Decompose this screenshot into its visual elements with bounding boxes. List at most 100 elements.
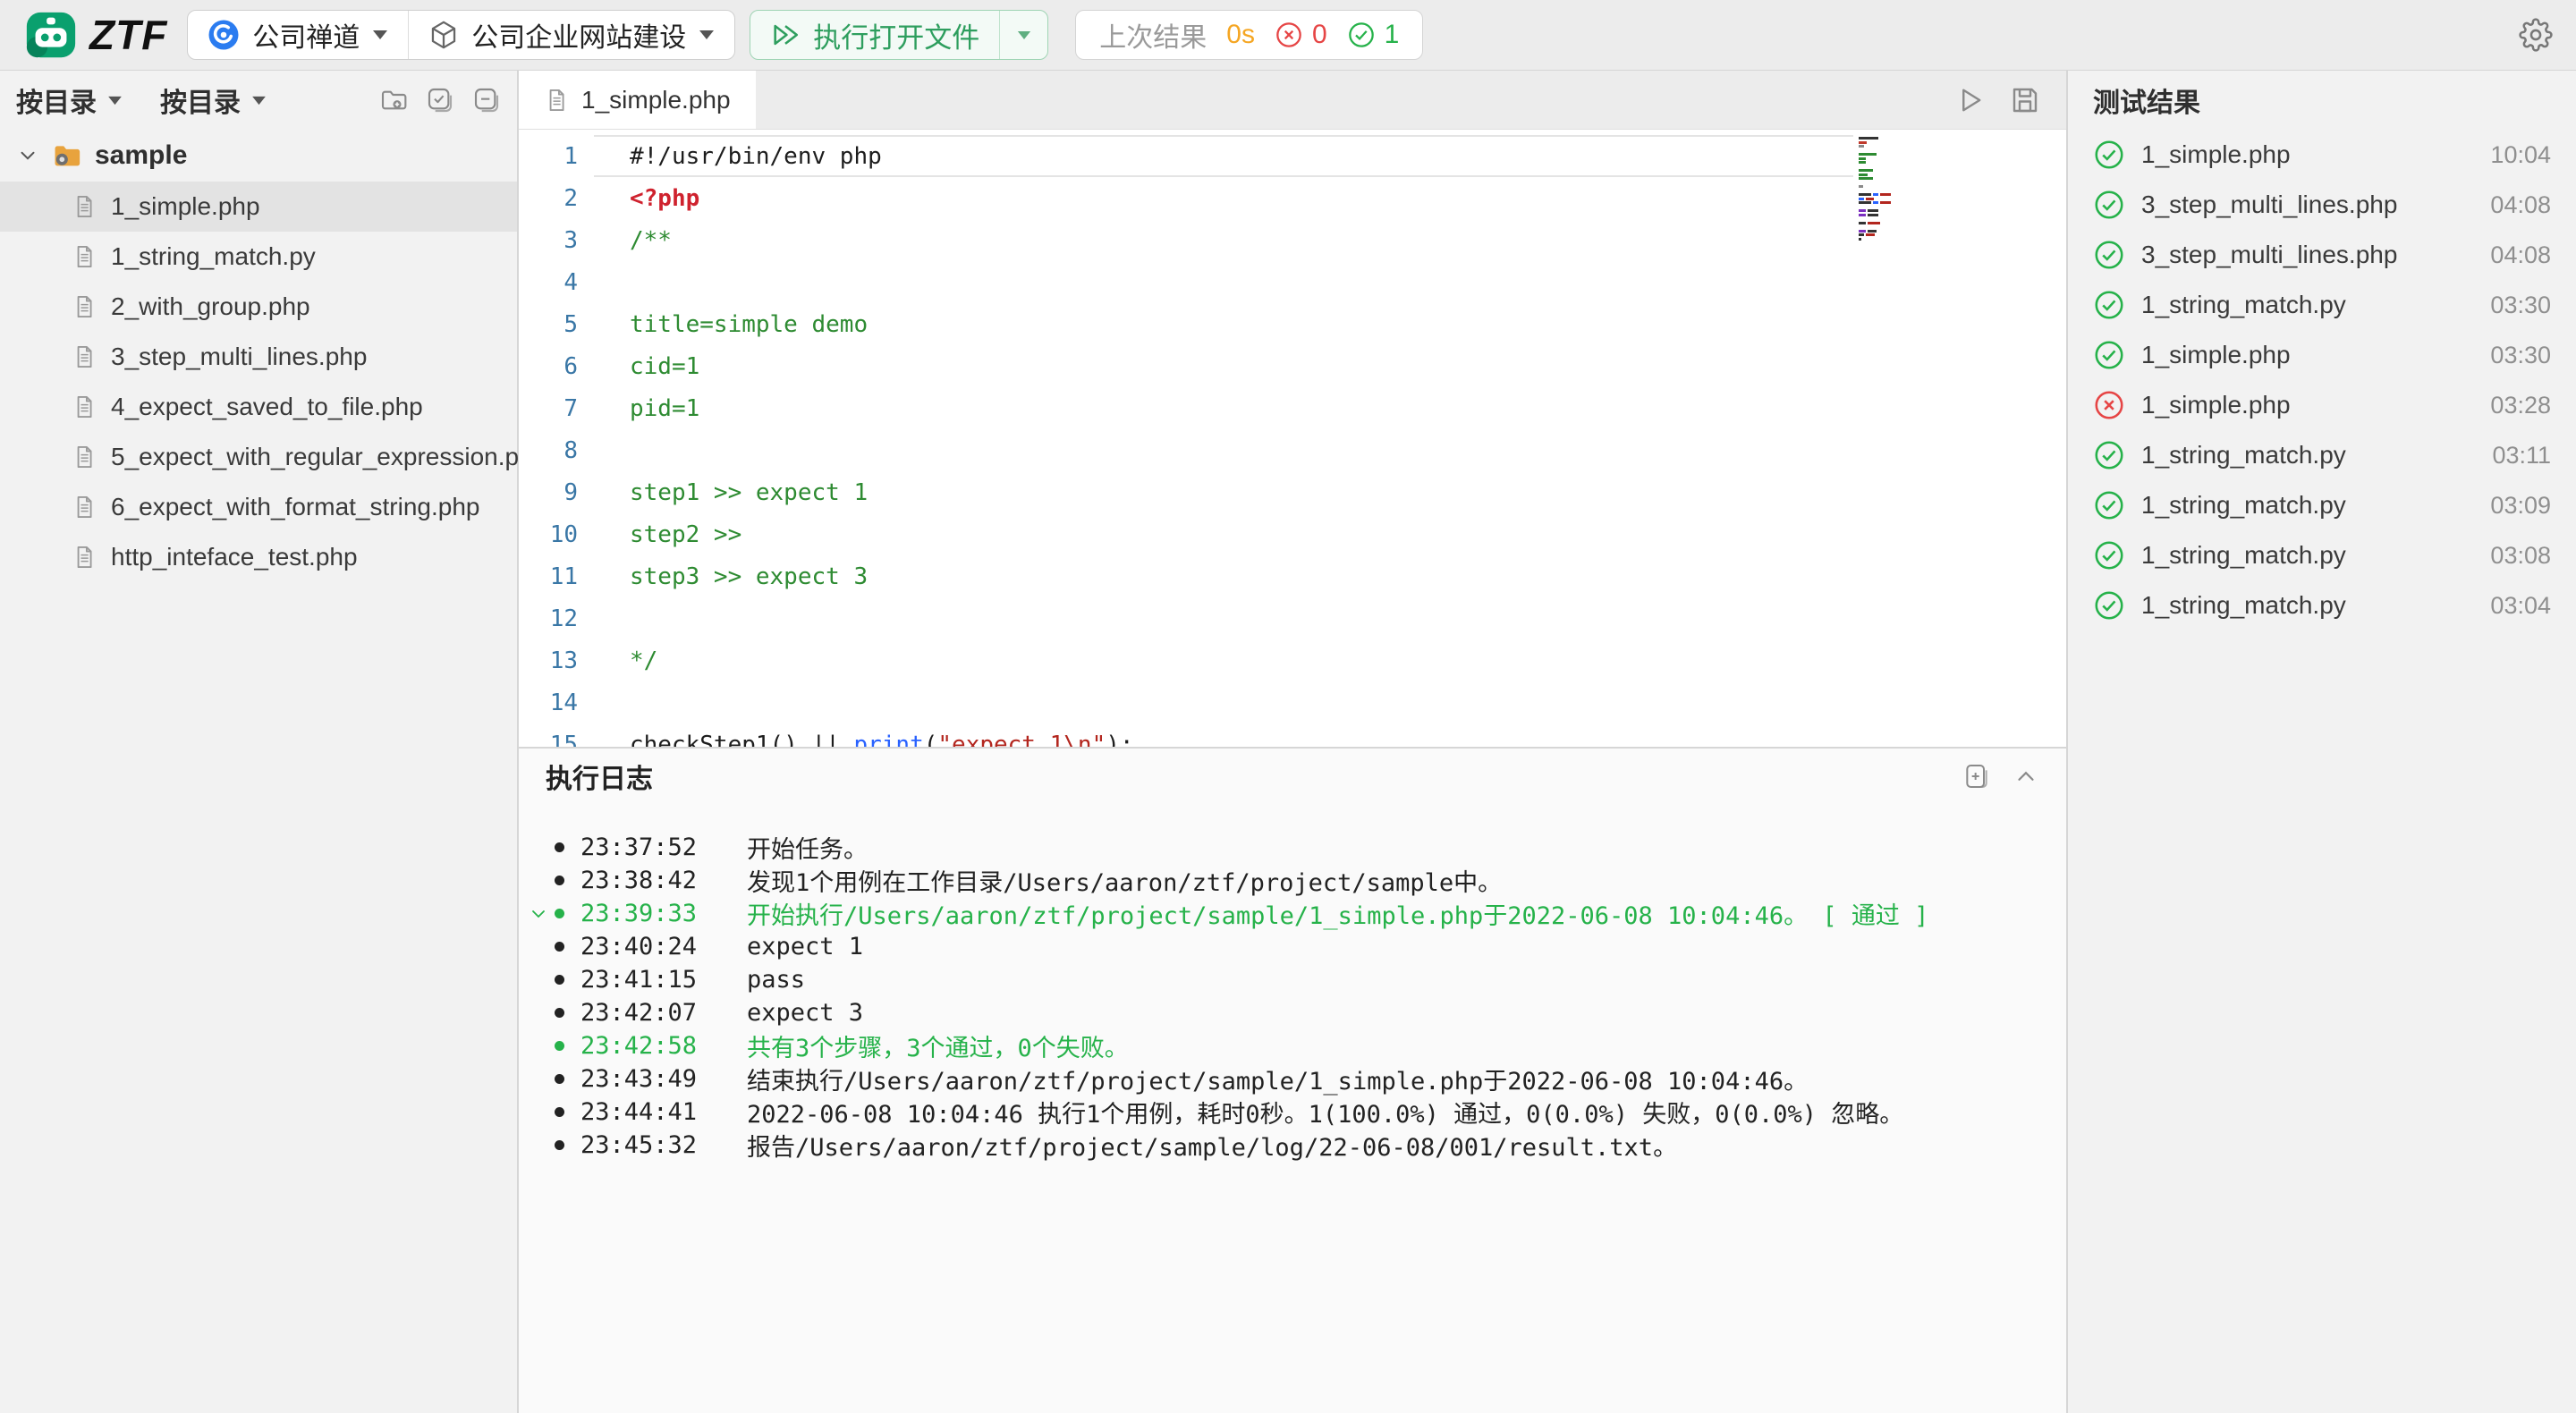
line-number: 12 xyxy=(519,605,594,632)
line-number: 6 xyxy=(519,353,594,380)
log-entry: 23:37:52开始任务。 xyxy=(531,831,2066,864)
code-text: step3 >> expect 3 xyxy=(594,563,868,590)
log-message: 2022-06-08 10:04:46 执行1个用例，耗时0秒。1(100.0%… xyxy=(747,1095,1903,1130)
file-row[interactable]: 2_with_group.php xyxy=(0,282,517,332)
minimap-segment xyxy=(1859,222,1866,224)
view-mode-label: 按目录 xyxy=(16,80,97,120)
file-list: 1_simple.php1_string_match.py2_with_grou… xyxy=(0,182,517,582)
collapse-log-icon[interactable] xyxy=(2012,763,2039,790)
view-mode-dropdown-1[interactable]: 按目录 xyxy=(16,80,123,120)
file-row[interactable]: http_inteface_test.php xyxy=(0,532,517,582)
minimap-segment xyxy=(1866,198,1874,200)
code-line[interactable]: 10step2 >> xyxy=(519,513,2066,555)
last-result-duration: 0s xyxy=(1226,20,1255,50)
line-number: 10 xyxy=(519,521,594,548)
minimap-row xyxy=(1859,222,1905,224)
expand-log-chevron-icon[interactable] xyxy=(528,903,549,925)
code-token: cid=1 xyxy=(630,353,699,380)
result-item[interactable]: 1_string_match.py03:11 xyxy=(2089,430,2555,480)
log-bullet-icon xyxy=(555,1140,564,1150)
view-mode-dropdown-2[interactable]: 按目录 xyxy=(160,80,267,120)
settings-gear-icon[interactable] xyxy=(2519,18,2553,52)
tree-root-sample[interactable]: sample xyxy=(0,130,517,182)
code-token: step1 >> expect 1 xyxy=(630,479,868,506)
file-row[interactable]: 4_expect_saved_to_file.php xyxy=(0,382,517,432)
code-line[interactable]: 1#!/usr/bin/env php xyxy=(519,135,2066,177)
code-line[interactable]: 14 xyxy=(519,681,2066,723)
failed-count-pair: 0 xyxy=(1275,20,1327,50)
file-row[interactable]: 5_expect_with_regular_expression.php xyxy=(0,432,517,482)
minimap-row xyxy=(1859,225,1905,228)
log-list: 23:37:52开始任务。23:38:42发现1个用例在工作目录/Users/a… xyxy=(519,804,2066,1162)
code-line[interactable]: 9 step1 >> expect 1 xyxy=(519,471,2066,513)
file-name: 6_expect_with_format_string.php xyxy=(111,493,479,521)
file-row[interactable]: 3_step_multi_lines.php xyxy=(0,332,517,382)
line-number: 9 xyxy=(519,479,594,506)
minimap-row xyxy=(1859,169,1905,172)
result-item[interactable]: 1_simple.php10:04 xyxy=(2089,130,2555,180)
code-line[interactable]: 11step3 >> expect 3 xyxy=(519,555,2066,597)
open-log-window-icon[interactable] xyxy=(1962,762,1991,791)
code-line[interactable]: 5title=simple demo xyxy=(519,303,2066,345)
add-folder-icon[interactable] xyxy=(379,86,408,114)
file-icon xyxy=(72,394,97,419)
save-file-icon[interactable] xyxy=(2009,84,2041,116)
log-entry[interactable]: 23:39:33开始执行/Users/aaron/ztf/project/sam… xyxy=(531,897,2066,930)
result-item[interactable]: 3_step_multi_lines.php04:08 xyxy=(2089,230,2555,280)
code-line[interactable]: 12 xyxy=(519,597,2066,639)
file-row[interactable]: 1_string_match.py xyxy=(0,232,517,282)
minimap-segment xyxy=(1859,157,1866,160)
check-square-icon[interactable] xyxy=(426,86,454,114)
last-result-summary: 上次结果 0s 0 1 xyxy=(1075,10,1423,60)
log-entry: 23:43:49结束执行/Users/aaron/ztf/project/sam… xyxy=(531,1062,2066,1096)
code-line[interactable]: 4 xyxy=(519,261,2066,303)
product-dropdown[interactable]: 公司企业网站建设 xyxy=(408,11,734,59)
minimap-segment xyxy=(1868,230,1877,233)
minimap[interactable] xyxy=(1859,137,1905,241)
expand-chevron-icon xyxy=(16,144,39,167)
code-line[interactable]: 7pid=1 xyxy=(519,387,2066,429)
minimap-segment xyxy=(1868,214,1878,216)
result-item[interactable]: 1_string_match.py03:08 xyxy=(2089,530,2555,580)
site-dropdown[interactable]: 公司禅道 xyxy=(188,11,408,59)
log-time: 23:45:32 xyxy=(580,1131,702,1159)
result-item[interactable]: 3_step_multi_lines.php04:08 xyxy=(2089,180,2555,230)
editor-tab[interactable]: 1_simple.php xyxy=(519,71,756,129)
result-time: 04:08 xyxy=(2490,191,2551,219)
code-line[interactable]: 8 xyxy=(519,429,2066,471)
code-line[interactable]: 2<?php xyxy=(519,177,2066,219)
minimap-segment xyxy=(1859,201,1871,204)
code-line[interactable]: 6 cid=1 xyxy=(519,345,2066,387)
editor-actions xyxy=(1953,71,2066,129)
result-item[interactable]: 1_simple.php03:28 xyxy=(2089,380,2555,430)
line-number: 3 xyxy=(519,227,594,254)
result-time: 03:30 xyxy=(2490,292,2551,319)
result-item[interactable]: 1_simple.php03:30 xyxy=(2089,330,2555,380)
log-message: 报告/Users/aaron/ztf/project/sample/log/22… xyxy=(747,1128,1677,1163)
execute-open-file-button[interactable]: 执行打开文件 xyxy=(750,11,999,59)
passed-count: 1 xyxy=(1385,20,1400,50)
execute-options-button[interactable] xyxy=(999,11,1047,59)
run-file-icon[interactable] xyxy=(1953,84,1986,116)
file-tree: sample 1_simple.php1_string_match.py2_wi… xyxy=(0,130,517,582)
code-line[interactable]: 15checkStep1() || print("expect 1\n"); xyxy=(519,723,2066,747)
code-editor[interactable]: 1#!/usr/bin/env php2<?php3/**45title=sim… xyxy=(519,130,2066,747)
minimap-row xyxy=(1859,141,1905,144)
file-row[interactable]: 6_expect_with_format_string.php xyxy=(0,482,517,532)
code-line[interactable]: 13*/ xyxy=(519,639,2066,681)
minimap-segment xyxy=(1859,145,1864,148)
code-text: pid=1 xyxy=(594,395,699,422)
result-item[interactable]: 1_string_match.py03:04 xyxy=(2089,580,2555,630)
minimap-row xyxy=(1859,157,1905,160)
result-item[interactable]: 1_string_match.py03:09 xyxy=(2089,480,2555,530)
code-line[interactable]: 3/** xyxy=(519,219,2066,261)
result-item[interactable]: 1_string_match.py03:30 xyxy=(2089,280,2555,330)
file-row[interactable]: 1_simple.php xyxy=(0,182,517,232)
minimap-segment xyxy=(1868,222,1880,224)
minus-square-icon[interactable] xyxy=(472,86,501,114)
pass-icon xyxy=(2093,189,2125,221)
fail-icon xyxy=(2093,389,2125,421)
log-entry: 23:40:24expect 1 xyxy=(531,930,2066,963)
minimap-row xyxy=(1859,190,1905,192)
code-token: title=simple demo xyxy=(630,311,868,338)
